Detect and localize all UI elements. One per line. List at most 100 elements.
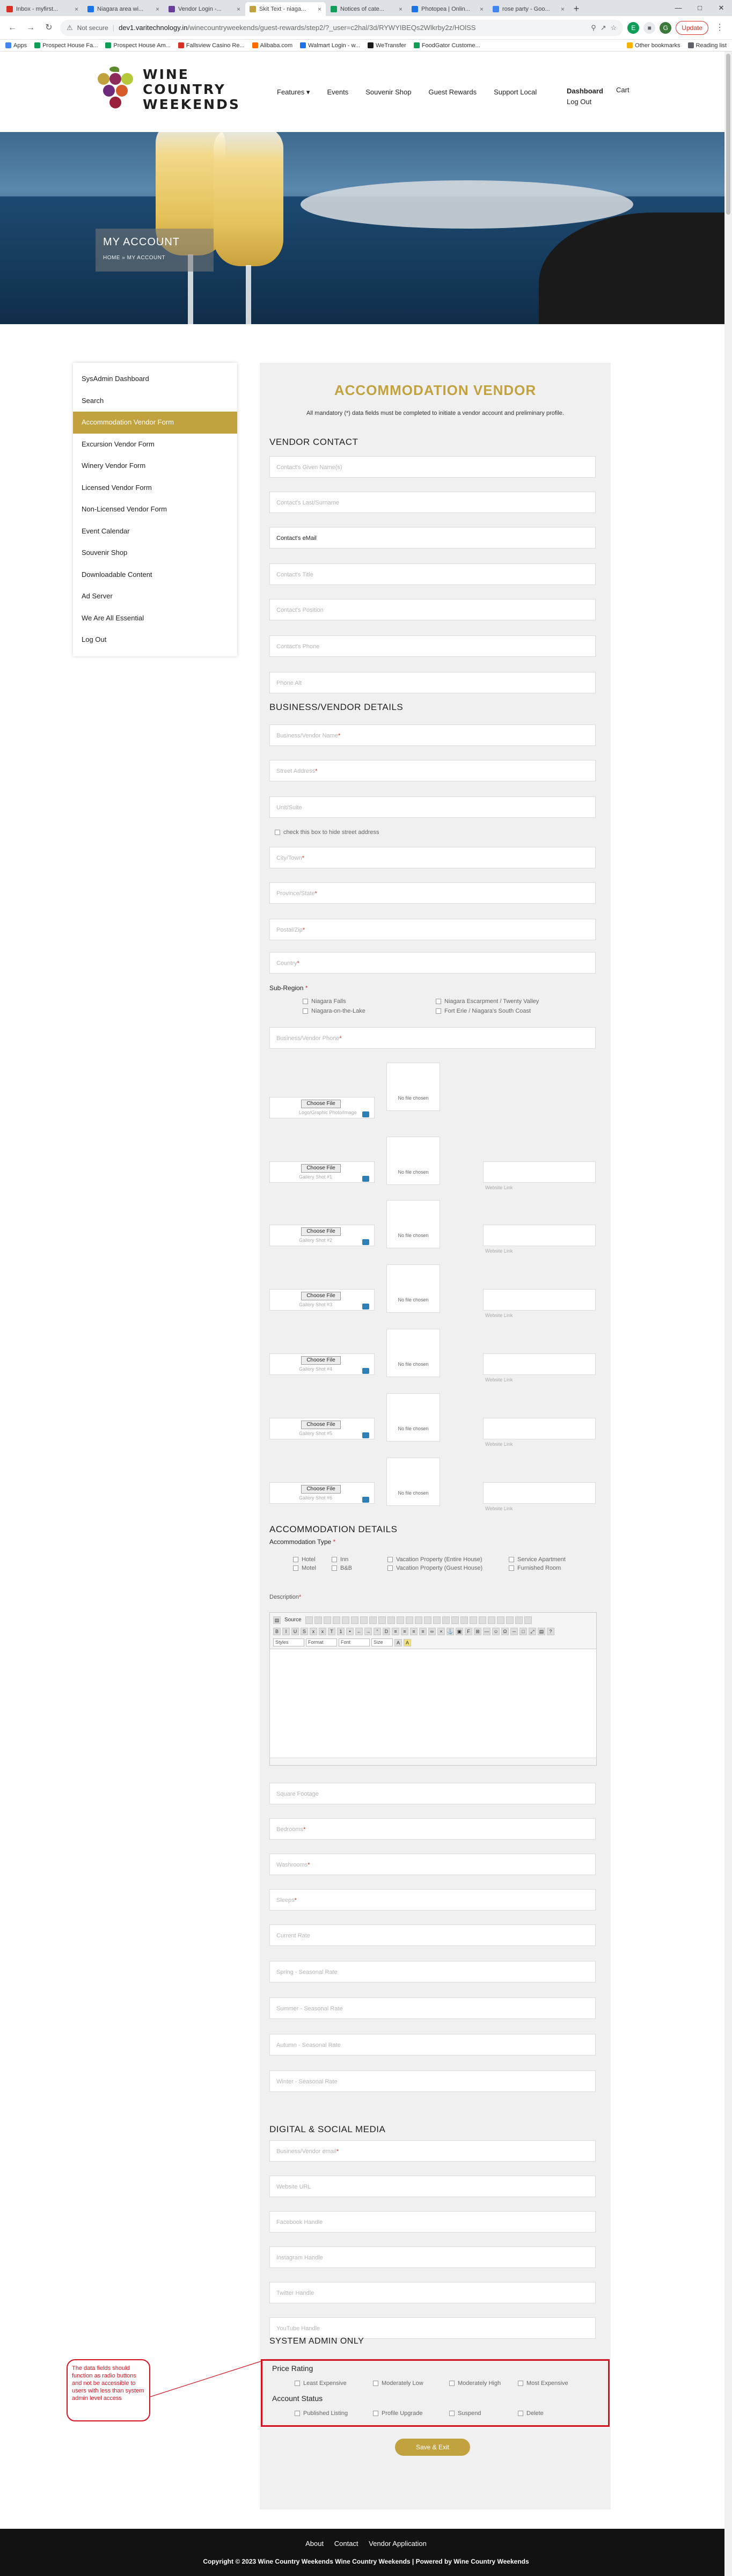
text-field[interactable]: Contact's eMail	[269, 527, 596, 548]
accommodation-type-option[interactable]: Inn	[332, 1556, 348, 1563]
bookmark-item[interactable]: Prospect House Fa...	[34, 42, 98, 49]
justify-icon[interactable]: ≡	[419, 1627, 427, 1635]
blockquote-icon[interactable]: “	[374, 1627, 381, 1635]
nav-features[interactable]: Features ▾	[277, 88, 310, 97]
choose-file-button[interactable]: Choose File	[301, 1227, 341, 1236]
sidebar-item[interactable]: Licensed Vendor Form	[73, 477, 237, 499]
bookmark-item[interactable]: WeTransfer	[367, 42, 406, 49]
admin-radio-option[interactable]: Moderately Low	[373, 2380, 423, 2387]
text-field[interactable]: Province/State*	[269, 882, 596, 904]
text-field[interactable]: Business/Vendor email*	[269, 2140, 596, 2162]
website-link-field[interactable]	[483, 1418, 596, 1439]
bookmark-item[interactable]: Fallsview Casino Re...	[178, 42, 245, 49]
extension-icon[interactable]: E	[627, 21, 640, 34]
tab-close-icon[interactable]: ×	[237, 5, 240, 13]
smiley-icon[interactable]: ☺	[492, 1627, 500, 1635]
tab-close-icon[interactable]: ×	[480, 5, 484, 13]
text-field[interactable]: Twitter Handle	[269, 2282, 596, 2303]
checkbox-tool-icon[interactable]	[460, 1616, 468, 1624]
save-exit-button[interactable]: Save & Exit	[395, 2439, 470, 2456]
format-dropdown[interactable]: Format	[306, 1638, 337, 1646]
text-field[interactable]: Facebook Handle	[269, 2211, 596, 2233]
sidebar-item[interactable]: Downloadable Content	[73, 564, 237, 586]
admin-radio-option[interactable]: Suspend	[449, 2410, 481, 2417]
text-field[interactable]: Autumn - Seasonal Rate	[269, 2034, 596, 2055]
new-tab-button[interactable]: +	[569, 2, 583, 16]
admin-radio-option[interactable]: Published Listing	[295, 2410, 348, 2417]
align-left-icon[interactable]: ≡	[392, 1627, 399, 1635]
sidebar-item[interactable]: We Are All Essential	[73, 608, 237, 630]
pagebreak-icon[interactable]: ─	[510, 1627, 518, 1635]
print-icon[interactable]	[332, 1616, 340, 1624]
save-icon[interactable]	[305, 1616, 313, 1624]
website-link-field[interactable]	[483, 1225, 596, 1246]
website-link-field[interactable]	[483, 1289, 596, 1311]
text-field[interactable]: Unit/Suite	[269, 796, 596, 818]
text-color-icon[interactable]: A	[394, 1638, 402, 1646]
business-phone-field[interactable]: Business/Vendor Phone*	[269, 1027, 596, 1049]
footer-about-link[interactable]: About	[305, 2540, 324, 2548]
file-upload[interactable]: Choose File Gallery Shot #4	[269, 1353, 375, 1375]
textarea-icon[interactable]	[487, 1616, 495, 1624]
camera-icon[interactable]	[362, 1176, 369, 1182]
text-field[interactable]: Contact's Phone	[269, 635, 596, 657]
indent-icon[interactable]: →	[364, 1627, 372, 1635]
text-field[interactable]: Contact's Title	[269, 564, 596, 585]
footer-contact-link[interactable]: Contact	[334, 2540, 358, 2548]
text-field[interactable]: Spring - Seasonal Rate	[269, 1961, 596, 1982]
styles-dropdown[interactable]: Styles	[273, 1638, 304, 1646]
file-upload[interactable]: Choose File Logo/Graphic Photo/Image	[269, 1097, 375, 1118]
select-tool-icon[interactable]	[496, 1616, 504, 1624]
browser-tab[interactable]: Notices of cate... ×	[326, 2, 407, 16]
text-field[interactable]: Current Rate	[269, 1924, 596, 1946]
image-icon[interactable]: ▣	[456, 1627, 463, 1635]
source-icon[interactable]: ▤	[273, 1616, 281, 1624]
text-field[interactable]: Website URL	[269, 2176, 596, 2197]
puzzle-icon[interactable]: ■	[643, 21, 656, 34]
bullet-list-icon[interactable]: •	[346, 1627, 354, 1635]
nav-support-local[interactable]: Support Local	[494, 88, 537, 97]
browser-tab[interactable]: Photopea | Onlin... ×	[407, 2, 488, 16]
description-editor[interactable]: ▤ Source B I U Sx x T 1 • ← → “D ≡ ≡ ≡ ≡ ∞ × ⚓ ▣ F ⊞ — ☺ Ω ─ □ ⤢ ▤?…	[269, 1612, 597, 1766]
text-field[interactable]: Winter - Seasonal Rate	[269, 2070, 596, 2092]
tab-close-icon[interactable]: ×	[399, 5, 402, 13]
italic-icon[interactable]: I	[282, 1627, 290, 1635]
text-field[interactable]: Contact's Last/Surname	[269, 492, 596, 513]
admin-radio-option[interactable]: Most Expensive	[518, 2380, 568, 2387]
camera-icon[interactable]	[362, 1304, 369, 1309]
remove-format-icon[interactable]: T	[328, 1627, 335, 1635]
website-link-field[interactable]	[483, 1353, 596, 1375]
select-all-icon[interactable]	[433, 1616, 441, 1624]
accommodation-type-option[interactable]: Service Apartment	[509, 1556, 566, 1563]
website-link-field[interactable]	[483, 1482, 596, 1504]
file-upload[interactable]: Choose File Gallery Shot #1	[269, 1161, 375, 1183]
minimize-icon[interactable]: —	[668, 0, 689, 16]
sidebar-item[interactable]: Winery Vendor Form	[73, 455, 237, 477]
outdent-icon[interactable]: ←	[355, 1627, 363, 1635]
maximize-icon[interactable]: □	[689, 0, 711, 16]
find-icon[interactable]	[414, 1616, 422, 1624]
text-field[interactable]: Summer - Seasonal Rate	[269, 1997, 596, 2019]
text-field[interactable]: Phone Alt	[269, 672, 596, 693]
text-field[interactable]: Washrooms*	[269, 1854, 596, 1875]
special-char-icon[interactable]: Ω	[501, 1627, 509, 1635]
camera-icon[interactable]	[362, 1432, 369, 1438]
bookmark-item[interactable]: Prospect House Am...	[105, 42, 171, 49]
browser-tab[interactable]: Niagara area wi... ×	[83, 2, 164, 16]
profile-avatar[interactable]: G	[660, 21, 672, 34]
sidebar-item[interactable]: Souvenir Shop	[73, 542, 237, 564]
file-upload[interactable]: Choose File Gallery Shot #6	[269, 1482, 375, 1504]
camera-icon[interactable]	[362, 1111, 369, 1117]
nav-events[interactable]: Events	[327, 88, 348, 97]
page-scrollbar[interactable]	[724, 52, 732, 2576]
subregion-fort-erie[interactable]: Fort Erie / Niagara's South Coast	[436, 1008, 531, 1014]
camera-icon[interactable]	[362, 1497, 369, 1503]
footer-vendor-application-link[interactable]: Vendor Application	[369, 2540, 427, 2548]
url-field[interactable]: ⚠ Not secure | dev1.varitechnology.in/wi…	[60, 19, 624, 36]
cart-link[interactable]: Cart	[616, 86, 629, 94]
camera-icon[interactable]	[362, 1239, 369, 1245]
accommodation-type-option[interactable]: Motel	[293, 1565, 316, 1571]
tab-close-icon[interactable]: ×	[75, 5, 78, 13]
sidebar-item[interactable]: Event Calendar	[73, 521, 237, 543]
sidebar-item[interactable]: Accommodation Vendor Form	[73, 412, 237, 434]
